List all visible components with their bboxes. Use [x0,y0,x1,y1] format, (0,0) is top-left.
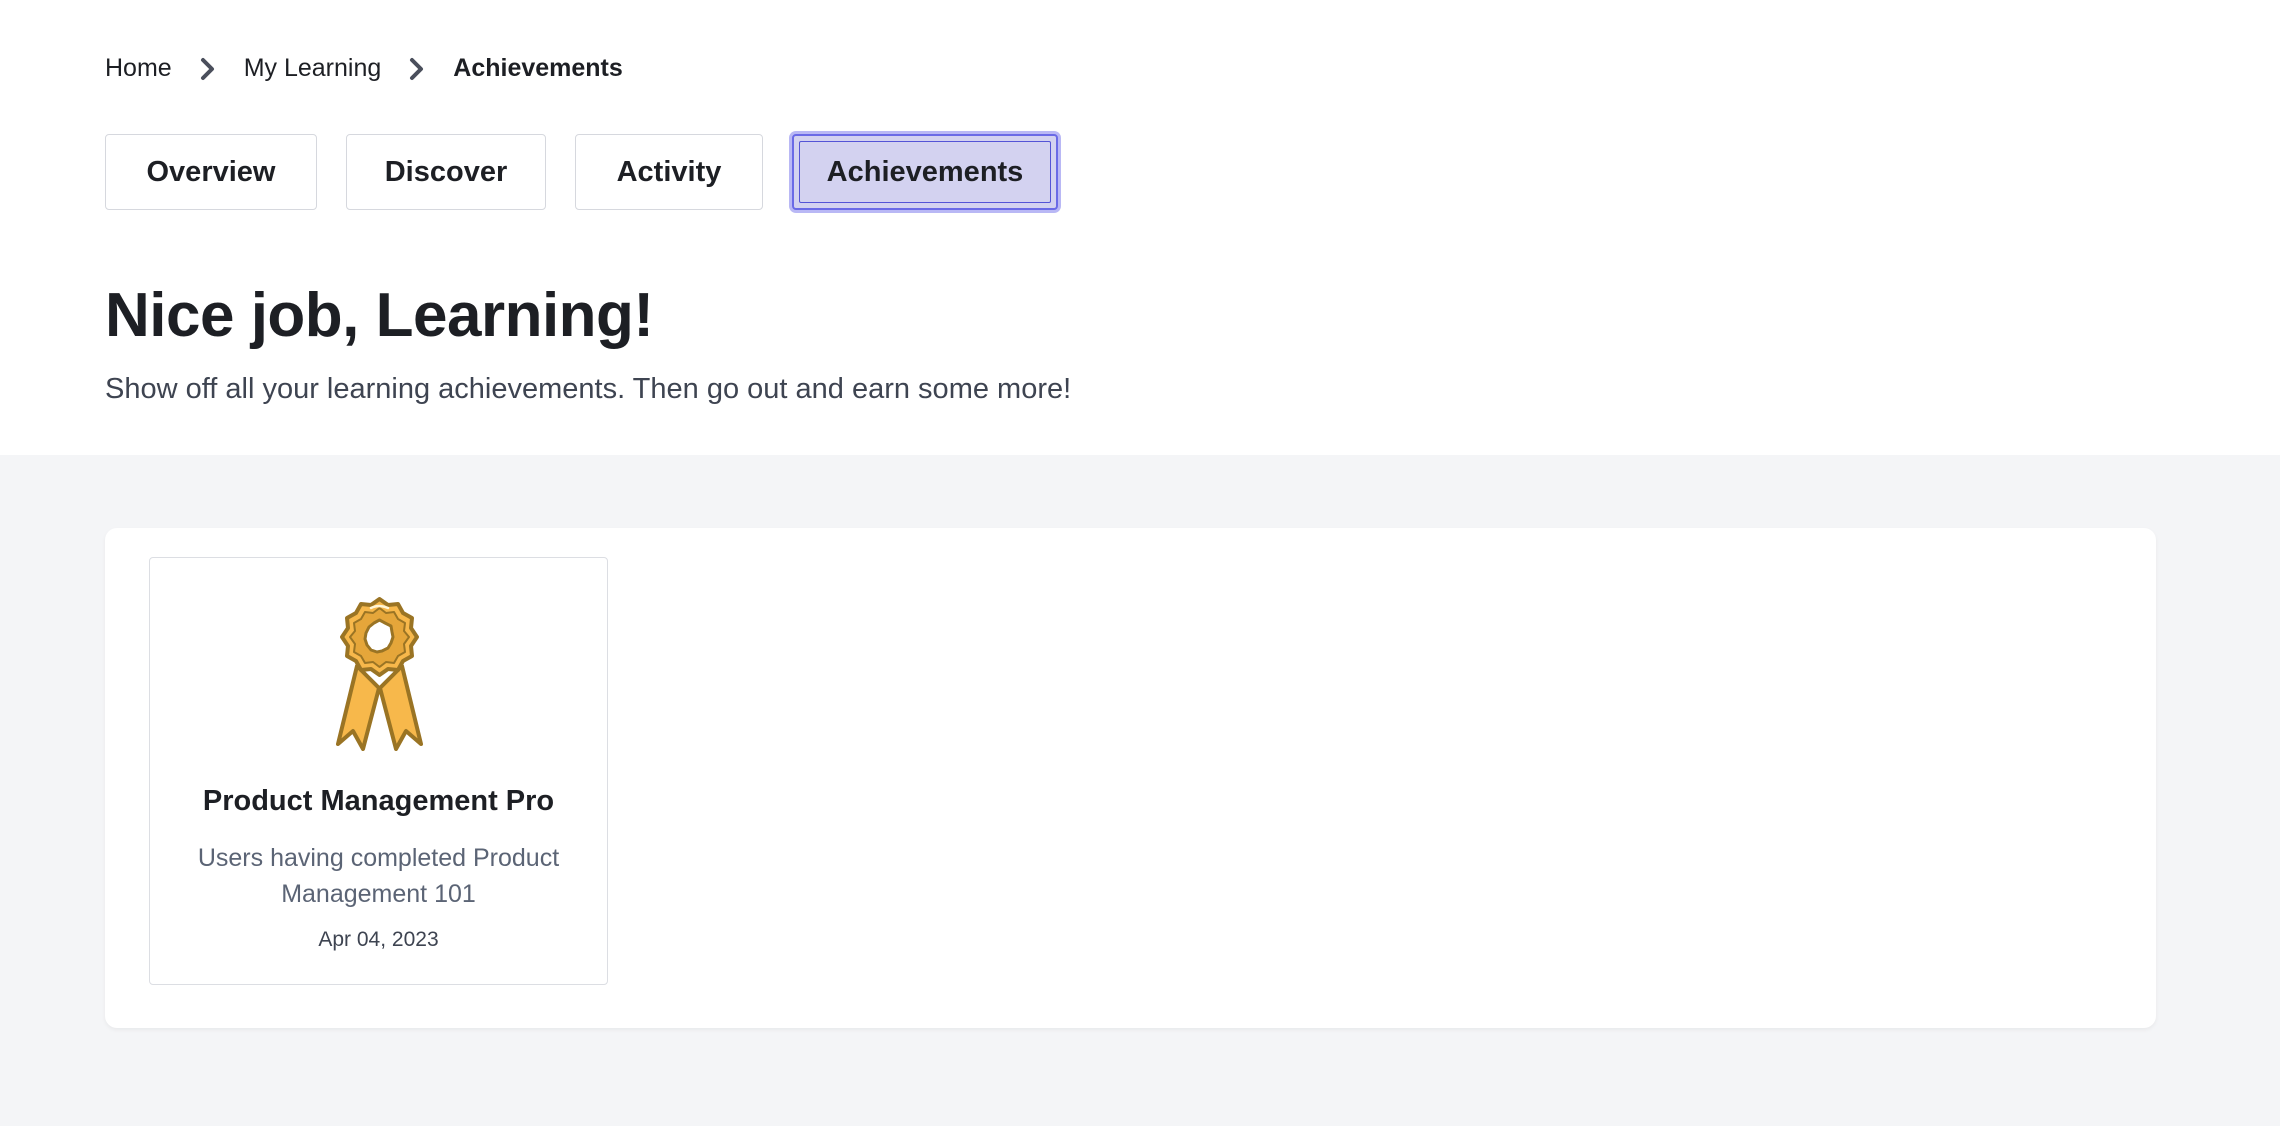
chevron-right-icon [381,57,453,81]
page-subtitle: Show off all your learning achievements.… [105,373,1072,405]
ribbon-badge-icon [333,596,426,751]
tab-overview[interactable]: Overview [105,134,317,210]
achievement-description: Users having completed Product Managemen… [197,844,560,908]
tab-bar: Overview Discover Activity Achievements [105,134,1058,210]
breadcrumb: Home My Learning Achievements [105,54,623,83]
tab-achievements[interactable]: Achievements [792,134,1058,210]
breadcrumb-achievements: Achievements [453,54,623,82]
achievement-card[interactable]: Product Management Pro Users having comp… [149,557,608,985]
tab-discover[interactable]: Discover [346,134,546,210]
breadcrumb-home[interactable]: Home [105,54,172,83]
tab-activity[interactable]: Activity [575,134,763,210]
achievements-panel: Product Management Pro Users having comp… [105,528,2156,1028]
chevron-right-icon [172,57,244,81]
achievement-title: Product Management Pro [202,785,555,817]
page-header-section: Home My Learning Achievements Overview D… [0,0,2280,455]
achievements-section: Product Management Pro Users having comp… [0,455,2280,1126]
page-title: Nice job, Learning! [105,281,654,350]
breadcrumb-my-learning[interactable]: My Learning [244,54,382,83]
achievement-date: Apr 04, 2023 [318,928,439,951]
